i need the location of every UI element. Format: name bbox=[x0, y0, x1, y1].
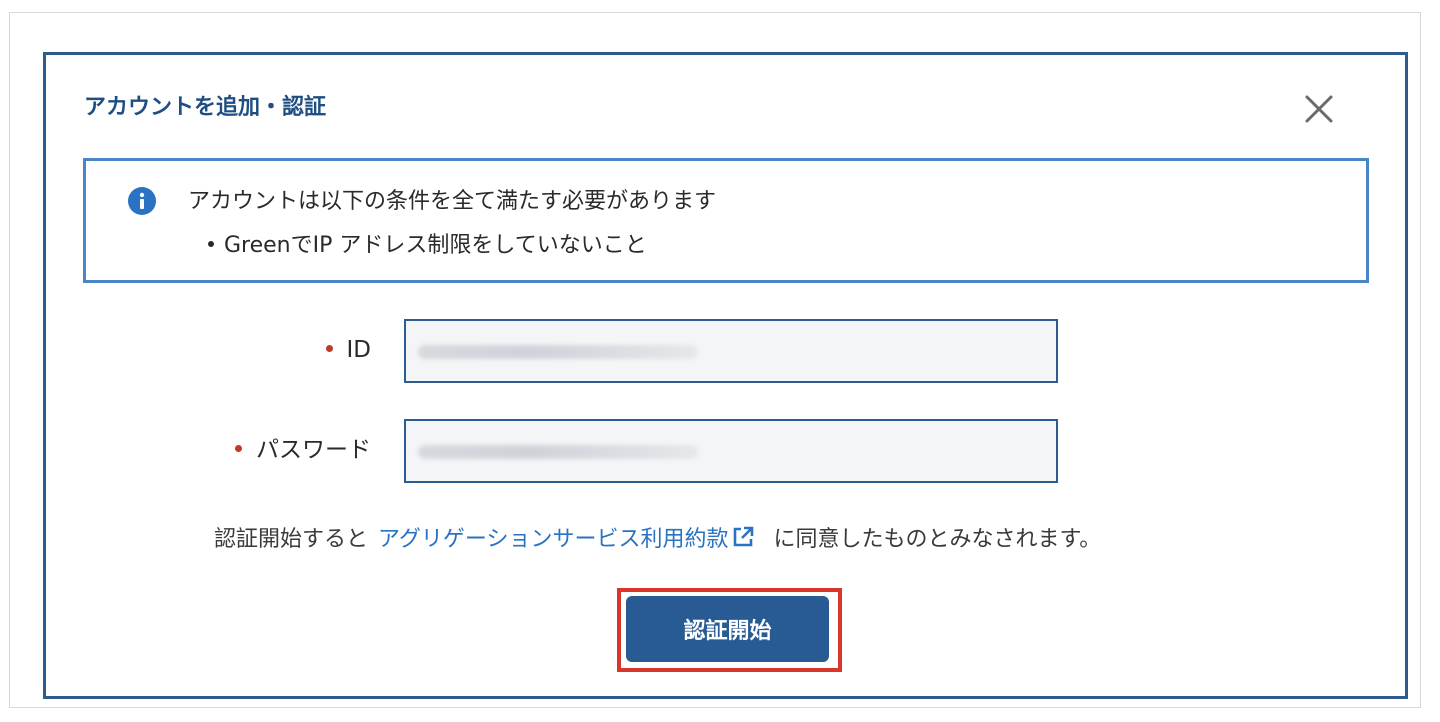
id-label: ID bbox=[325, 335, 372, 365]
terms-link[interactable]: アグリゲーションサービス利用約款 bbox=[378, 526, 755, 552]
requirements-notice: アカウントは以下の条件を全て満たす必要があります GreenでIP アドレス制限… bbox=[83, 158, 1369, 283]
page-frame: アカウントを追加・認証 アカウントは以下の条件を全て満たす必要があります Gre… bbox=[9, 12, 1421, 708]
info-icon bbox=[128, 187, 156, 215]
terms-consent: 認証開始すると アグリゲーションサービス利用約款 に同意したものとみなされます。 bbox=[214, 525, 1101, 555]
dialog-title: アカウントを追加・認証 bbox=[84, 95, 327, 120]
bullet-dot bbox=[208, 241, 214, 247]
password-input[interactable] bbox=[404, 419, 1058, 483]
consent-suffix: に同意したものとみなされます。 bbox=[773, 527, 1102, 552]
start-auth-button[interactable]: 認証開始 bbox=[626, 596, 829, 662]
id-input[interactable] bbox=[404, 319, 1058, 383]
password-label-text: パスワード bbox=[256, 437, 371, 463]
required-marker bbox=[235, 445, 242, 452]
external-link-icon bbox=[734, 526, 754, 547]
notice-condition-text: GreenでIP アドレス制限をしていないこと bbox=[224, 233, 647, 258]
required-marker bbox=[325, 345, 333, 352]
close-icon bbox=[1305, 95, 1333, 123]
close-button[interactable] bbox=[1301, 91, 1337, 127]
id-label-text: ID bbox=[346, 337, 372, 363]
auth-dialog: アカウントを追加・認証 アカウントは以下の条件を全て満たす必要があります Gre… bbox=[43, 52, 1408, 699]
notice-condition-item: GreenでIP アドレス制限をしていないこと bbox=[208, 231, 647, 261]
terms-link-text: アグリゲーションサービス利用約款 bbox=[378, 527, 729, 552]
password-label: パスワード bbox=[235, 435, 371, 465]
notice-message: アカウントは以下の条件を全て満たす必要があります bbox=[188, 189, 717, 214]
consent-prefix: 認証開始すると bbox=[214, 527, 369, 552]
